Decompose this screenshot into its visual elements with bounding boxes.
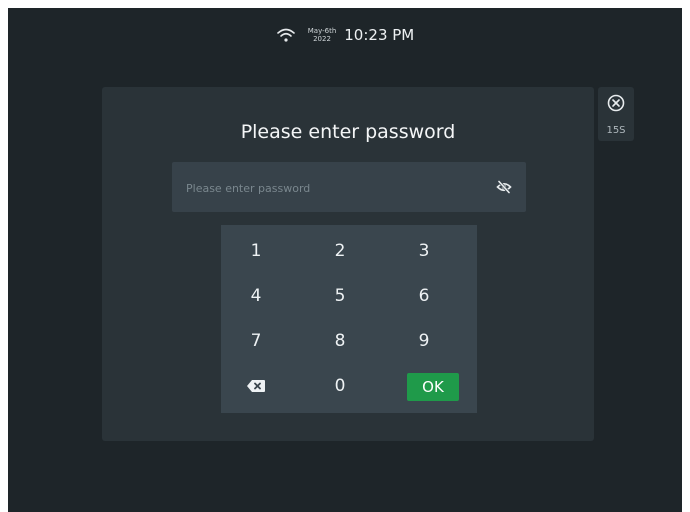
backspace-icon [247, 380, 265, 392]
password-field[interactable] [172, 162, 526, 214]
key-2[interactable]: 2 [310, 234, 370, 268]
key-4[interactable]: 4 [226, 279, 286, 313]
date-day: May-6th [307, 27, 337, 35]
numeric-keypad: 1 2 3 4 5 6 7 8 9 0 OK [221, 225, 477, 413]
key-1[interactable]: 1 [226, 234, 286, 268]
password-input[interactable] [172, 162, 488, 214]
date: May-6th 2022 [308, 27, 337, 43]
ok-button[interactable]: OK [407, 373, 459, 401]
eye-slash-icon[interactable] [496, 179, 512, 195]
date-year: 2022 [313, 35, 331, 43]
password-dialog: Please enter password 1 2 3 4 5 6 7 8 9 [102, 87, 594, 441]
key-6[interactable]: 6 [394, 279, 454, 313]
status-bar: May-6th 2022 10:23 PM [8, 22, 682, 48]
key-7[interactable]: 7 [226, 324, 286, 358]
key-9[interactable]: 9 [394, 324, 454, 358]
key-5[interactable]: 5 [310, 279, 370, 313]
key-3[interactable]: 3 [394, 234, 454, 268]
backspace-button[interactable] [226, 369, 286, 403]
dialog-title: Please enter password [240, 121, 456, 143]
wifi-icon [276, 28, 295, 42]
screen: May-6th 2022 10:23 PM Please enter passw… [8, 8, 682, 512]
key-0[interactable]: 0 [310, 369, 370, 403]
close-panel: 15S [598, 87, 634, 141]
close-countdown: 15S [606, 125, 626, 136]
key-8[interactable]: 8 [310, 324, 370, 358]
clock: 10:23 PM [344, 26, 415, 44]
close-circle-icon[interactable] [607, 94, 625, 112]
